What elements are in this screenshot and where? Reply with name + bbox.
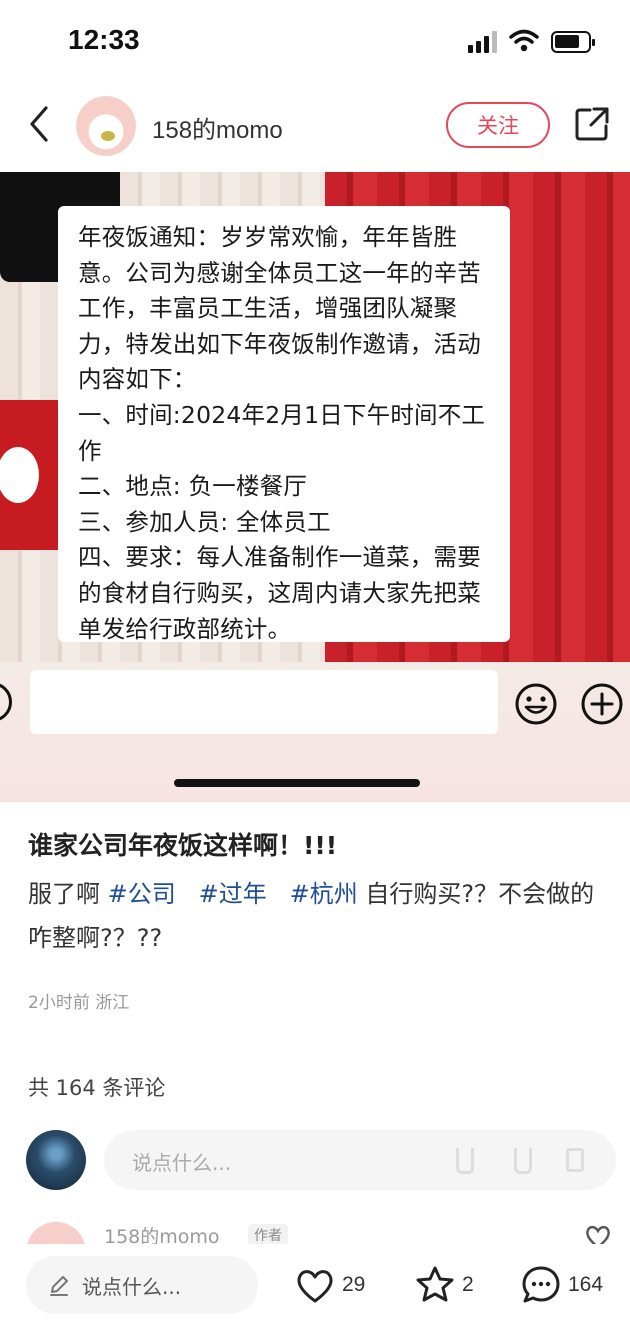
comment-bubble-icon — [522, 1266, 560, 1303]
back-icon[interactable] — [24, 104, 54, 144]
signal-icon — [468, 31, 498, 53]
comment-item: 158的momo 作者 — [0, 1214, 630, 1244]
follow-button[interactable]: 关注 — [446, 102, 550, 148]
red-sign-decoration — [0, 400, 62, 550]
pencil-icon — [50, 1276, 68, 1296]
image-icon[interactable] — [566, 1148, 584, 1172]
post-header: 158的momo 关注 — [0, 90, 630, 162]
comment-compose-row: 说点什么... — [0, 1124, 630, 1196]
status-bar: 12:33 — [0, 0, 630, 82]
battery-icon — [551, 31, 595, 53]
commenter-avatar[interactable] — [26, 1222, 86, 1244]
mention-icon[interactable] — [456, 1148, 474, 1174]
notice-text: 年夜饭通知：岁岁常欢愉，年年皆胜意。公司为感谢全体员工这一年的辛苦工作，丰富员工… — [78, 223, 486, 643]
bottom-comment-input[interactable]: 说点什么... — [26, 1256, 258, 1314]
author-avatar[interactable] — [76, 96, 136, 156]
tag-link[interactable]: #公司 — [108, 880, 176, 908]
like-button[interactable]: 29 — [294, 1262, 365, 1308]
author-badge: 作者 — [248, 1224, 288, 1244]
status-time: 12:33 — [68, 24, 140, 55]
like-count: 29 — [342, 1273, 366, 1296]
my-avatar — [26, 1130, 86, 1190]
post-text: 服了啊 #公司 #过年 #杭州 自行购买?？不会做的咋整啊?？?? — [28, 872, 618, 960]
post-title: 谁家公司年夜饭这样啊！!!! — [28, 831, 338, 860]
bottom-action-bar: 说点什么... 29 2 164 — [0, 1244, 630, 1340]
emoji-icon[interactable] — [514, 1148, 532, 1174]
plus-circle-icon — [581, 683, 623, 725]
comment-input-placeholder: 说点什么... — [132, 1151, 232, 1175]
home-indicator — [174, 779, 420, 787]
chat-input-screenshot — [30, 670, 498, 734]
star-count: 2 — [462, 1273, 474, 1296]
post-image[interactable]: 年夜饭通知：岁岁常欢愉，年年皆胜意。公司为感谢全体员工这一年的辛苦工作，丰富员工… — [0, 172, 630, 802]
emoji-icon — [515, 683, 557, 725]
post-meta: 2小时前 浙江 — [28, 993, 130, 1013]
comment-input[interactable]: 说点什么... — [104, 1130, 616, 1190]
star-icon — [416, 1266, 454, 1302]
comment-count: 共 164 条评论 — [28, 1076, 166, 1100]
heart-icon — [297, 1270, 333, 1303]
tag-link[interactable]: #过年 — [199, 880, 267, 908]
heart-icon[interactable] — [584, 1222, 612, 1244]
wifi-icon — [509, 29, 539, 52]
tag-link[interactable]: #杭州 — [290, 880, 358, 908]
comment-count-number: 164 — [568, 1273, 604, 1296]
star-button[interactable]: 2 — [414, 1262, 474, 1308]
share-icon[interactable] — [574, 106, 610, 142]
commenter-name[interactable]: 158的momo — [104, 1222, 220, 1244]
author-name[interactable]: 158的momo — [152, 110, 283, 145]
post-text-prefix: 服了啊 — [28, 880, 108, 908]
notice-card: 年夜饭通知：岁岁常欢愉，年年皆胜意。公司为感谢全体员工这一年的辛苦工作，丰富员工… — [58, 206, 510, 643]
bottom-input-placeholder: 说点什么... — [82, 1275, 182, 1299]
comment-button[interactable]: 164 — [520, 1262, 603, 1308]
